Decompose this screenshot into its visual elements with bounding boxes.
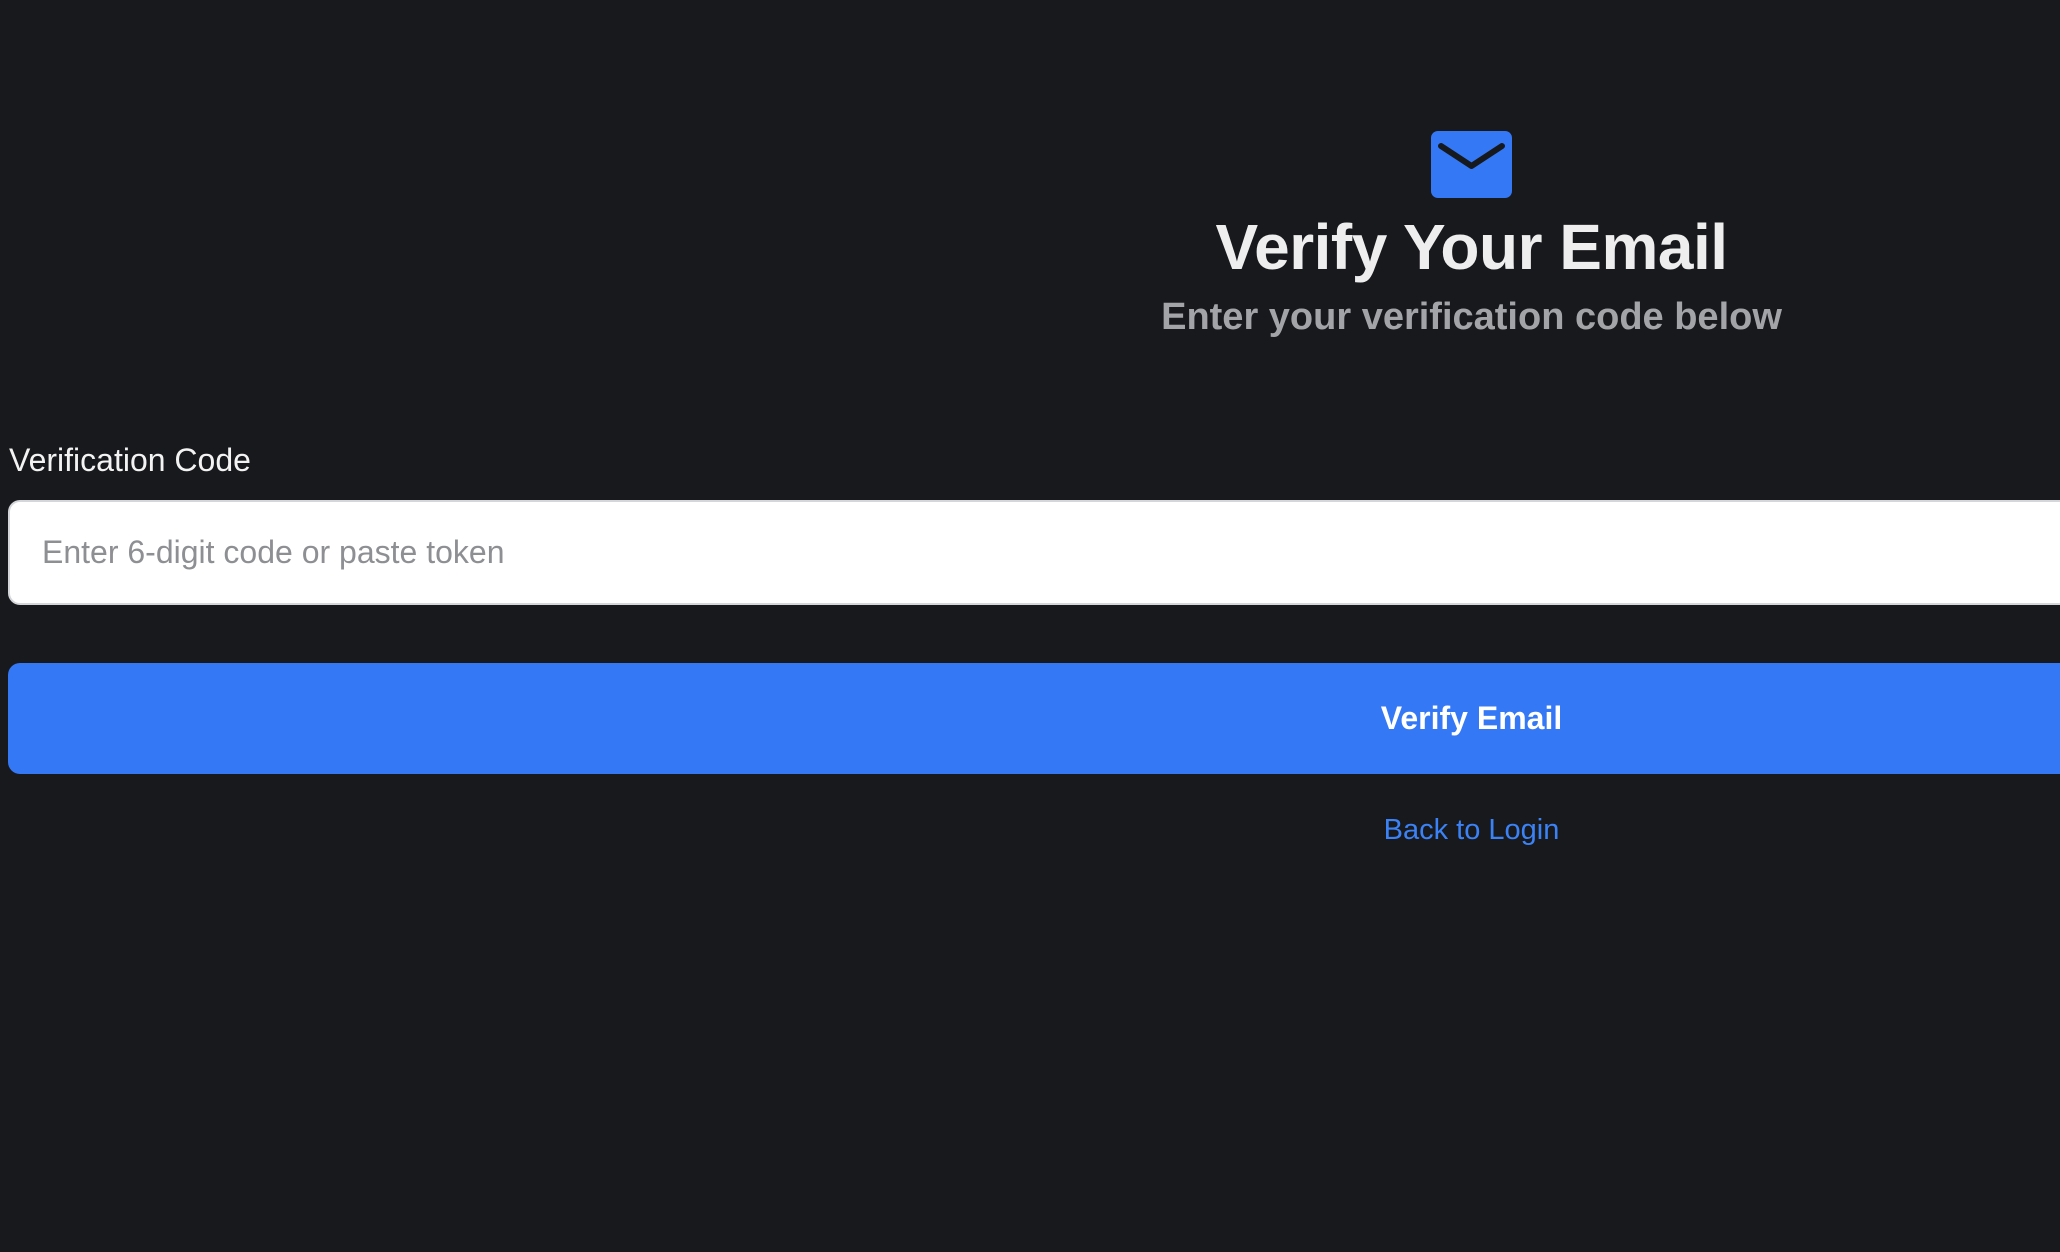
- verify-email-button[interactable]: Verify Email: [8, 663, 2060, 774]
- verification-code-input[interactable]: [8, 500, 2060, 605]
- verify-email-button-label: Verify Email: [1380, 700, 1563, 736]
- page-subtitle: Enter your verification code below: [1161, 296, 1782, 338]
- mail-icon: [1431, 131, 1512, 198]
- page-title: Verify Your Email: [1215, 211, 1728, 283]
- verification-code-label: Verification Code: [9, 442, 251, 478]
- back-to-login-link[interactable]: Back to Login: [0, 810, 2060, 850]
